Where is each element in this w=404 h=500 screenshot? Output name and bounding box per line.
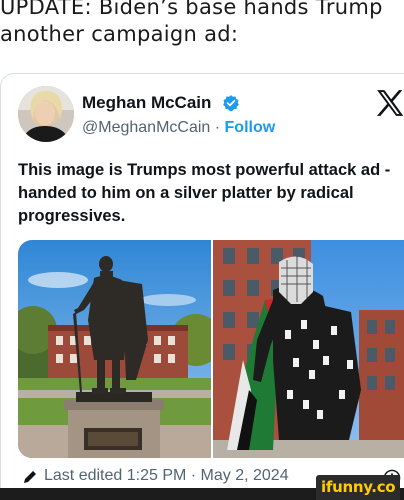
post-caption: UPDATE: Biden’s base hands Trump another… [0, 0, 404, 48]
caption-line-1: UPDATE: Biden’s base hands Trump [0, 0, 383, 19]
x-logo-icon[interactable] [376, 90, 404, 116]
author-avatar[interactable] [18, 86, 74, 142]
caption-line-2: another campaign ad: [0, 22, 239, 46]
tweet-image-draped-statue[interactable] [213, 240, 404, 458]
author-name[interactable]: Meghan McCain [82, 93, 211, 113]
handle-separator: · [210, 119, 225, 136]
edited-timestamp[interactable]: Last edited 1:25 PM · May 2, 2024 [44, 467, 289, 485]
watermark-logo: ifunny.co [316, 475, 400, 500]
follow-button[interactable]: Follow [225, 119, 276, 136]
verified-badge-icon [223, 95, 239, 112]
tweet-text: This image is Trumps most powerful attac… [18, 161, 391, 225]
handle-row: @MeghanMcCain · Follow [82, 119, 275, 137]
watermark-text: ifunny.co [321, 478, 396, 496]
pencil-icon [24, 471, 36, 483]
author-handle[interactable]: @MeghanMcCain [82, 119, 210, 136]
tweet-image-statue[interactable] [18, 240, 211, 458]
